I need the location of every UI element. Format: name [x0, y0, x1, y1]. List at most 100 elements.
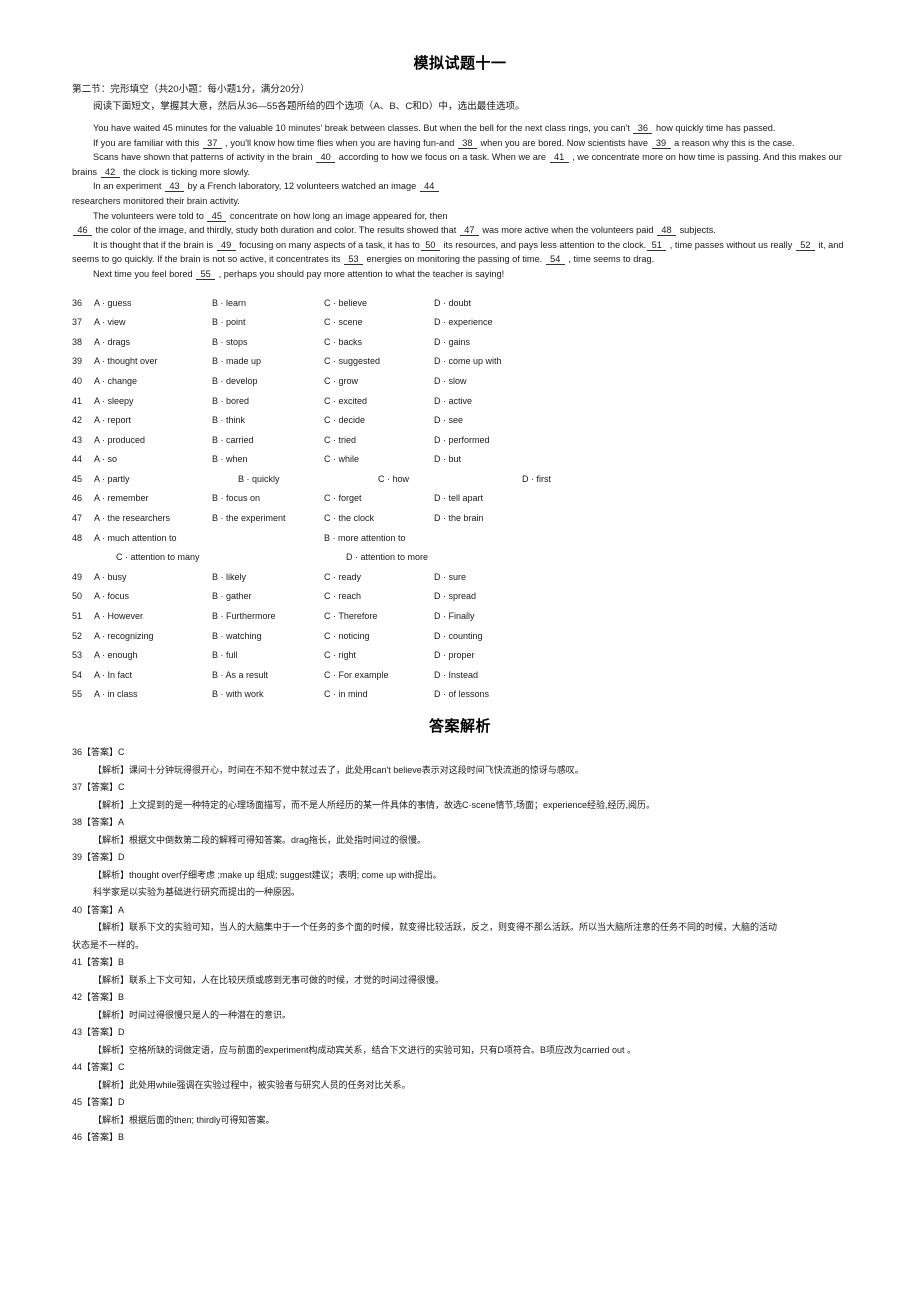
option-choice-a[interactable]: A · sleepy	[94, 392, 212, 412]
cloze-passage: You have waited 45 minutes for the valua…	[72, 115, 848, 282]
passage-paragraph-7: Next time you feel bored 55 , perhaps yo…	[93, 268, 505, 280]
option-choice-b[interactable]: B · stops	[212, 333, 324, 353]
option-choice-b[interactable]: B · more attention to	[324, 529, 406, 549]
option-choice-b[interactable]: B · think	[212, 411, 324, 431]
option-choice-b[interactable]: B · bored	[212, 392, 324, 412]
option-choice-a[interactable]: A · much attention to	[94, 529, 324, 549]
option-choice-a[interactable]: A · busy	[94, 568, 212, 588]
option-choice-d[interactable]: D · tell apart	[434, 489, 483, 509]
option-choice-d[interactable]: D · the brain	[434, 509, 484, 529]
option-choice-c[interactable]: C · decide	[324, 411, 434, 431]
option-choice-b[interactable]: B · As a result	[212, 666, 324, 686]
option-choice-a[interactable]: A · so	[94, 450, 212, 470]
option-choice-b[interactable]: B · focus on	[212, 489, 324, 509]
option-choice-a[interactable]: A · in class	[94, 685, 212, 705]
option-choice-d[interactable]: D · Finally	[434, 607, 475, 627]
option-choice-a[interactable]: A · report	[94, 411, 212, 431]
option-choice-a[interactable]: A · partly	[94, 470, 238, 490]
option-choice-d[interactable]: D · come up with	[434, 352, 502, 372]
option-choice-b[interactable]: B · carried	[212, 431, 324, 451]
option-choice-d[interactable]: D · experience	[434, 313, 493, 333]
option-choice-a[interactable]: A · guess	[94, 294, 212, 314]
option-choice-d[interactable]: D · attention to more	[346, 548, 428, 568]
option-choice-c[interactable]: C · attention to many	[94, 548, 346, 568]
option-row: 52 A · recognizing B · watching C · noticin…	[72, 627, 848, 647]
option-choice-b[interactable]: B · the experiment	[212, 509, 324, 529]
option-choice-b[interactable]: B · point	[212, 313, 324, 333]
option-choice-d[interactable]: D · active	[434, 392, 472, 412]
option-choice-c[interactable]: C · suggested	[324, 352, 434, 372]
option-choice-c[interactable]: C · scene	[324, 313, 434, 333]
option-choice-c[interactable]: C · forget	[324, 489, 434, 509]
option-choice-c[interactable]: C · For example	[324, 666, 434, 686]
option-choice-b[interactable]: B · gather	[212, 587, 324, 607]
blank-53: 53	[344, 254, 363, 266]
option-row: 45 A · partly B · quickly C · how D · first	[72, 470, 848, 490]
option-choice-c[interactable]: C · excited	[324, 392, 434, 412]
option-choice-c[interactable]: C · grow	[324, 372, 434, 392]
option-choice-c[interactable]: C · noticing	[324, 627, 434, 647]
option-choice-a[interactable]: A · focus	[94, 587, 212, 607]
option-row: 49 A · busy B · likely C · ready D · sure	[72, 568, 848, 588]
option-choice-a[interactable]: A · drags	[94, 333, 212, 353]
option-row: 55 A · in class B · with work C · in mind D …	[72, 685, 848, 705]
option-choice-d[interactable]: D · Instead	[434, 666, 478, 686]
option-choice-c[interactable]: C · backs	[324, 333, 434, 353]
option-choice-a[interactable]: A · produced	[94, 431, 212, 451]
option-choice-a[interactable]: A · thought over	[94, 352, 212, 372]
option-choice-d[interactable]: D · proper	[434, 646, 475, 666]
blank-55: 55	[196, 269, 216, 280]
blank-38: 38	[457, 138, 477, 149]
option-choice-d[interactable]: D · first	[522, 470, 551, 490]
option-choice-d[interactable]: D · but	[434, 450, 461, 470]
option-choice-d[interactable]: D · doubt	[434, 294, 471, 314]
option-choice-c[interactable]: C · ready	[324, 568, 434, 588]
answer-explanation: 【解析】联系上下文可知，人在比较厌烦或感到无事可做的时候，才觉的时间过得很慢。	[93, 974, 445, 985]
option-choice-a[interactable]: A · view	[94, 313, 212, 333]
option-choice-b[interactable]: B · when	[212, 450, 324, 470]
answer-explanation-cont: 状态是不一样的。	[72, 939, 145, 950]
option-choice-c[interactable]: C · believe	[324, 294, 434, 314]
option-choice-a[interactable]: A · remember	[94, 489, 212, 509]
option-choice-a[interactable]: A · change	[94, 372, 212, 392]
question-number: 38	[72, 336, 83, 347]
option-choice-a[interactable]: A · the researchers	[94, 509, 212, 529]
passage-paragraph-1: You have waited 45 minutes for the valua…	[93, 123, 776, 134]
answer-explanation: 【解析】此处用while强调在实验过程中，被实验者与研究人员的任务对比关系。	[93, 1079, 411, 1090]
option-choice-b[interactable]: B · develop	[212, 372, 324, 392]
option-choice-b[interactable]: B · full	[212, 646, 324, 666]
option-row: C · attention to many D · attention to m…	[72, 548, 848, 568]
option-row: 36 A · guess B · learn C · believe D · doubt	[72, 294, 848, 314]
option-choice-a[interactable]: A · However	[94, 607, 212, 627]
option-choice-c[interactable]: C · tried	[324, 431, 434, 451]
option-choice-d[interactable]: D · see	[434, 411, 463, 431]
option-choice-a[interactable]: A · In fact	[94, 666, 212, 686]
option-choice-c[interactable]: C · Therefore	[324, 607, 434, 627]
options-list-tail: 49 A · busy B · likely C · ready D · sure 50 A…	[72, 568, 848, 705]
option-choice-d[interactable]: D · counting	[434, 627, 483, 647]
option-choice-d[interactable]: D · of lessons	[434, 685, 489, 705]
option-choice-c[interactable]: C · in mind	[324, 685, 434, 705]
option-choice-b[interactable]: B · likely	[212, 568, 324, 588]
option-choice-d[interactable]: D · performed	[434, 431, 490, 451]
option-choice-d[interactable]: D · spread	[434, 587, 476, 607]
option-choice-d[interactable]: D · sure	[434, 568, 466, 588]
option-choice-c[interactable]: C · the clock	[324, 509, 434, 529]
blank-47: 47	[459, 225, 479, 237]
option-choice-b[interactable]: B · made up	[212, 352, 324, 372]
option-choice-d[interactable]: D · gains	[434, 333, 470, 353]
option-choice-c[interactable]: C · reach	[324, 587, 434, 607]
option-choice-c[interactable]: C · how	[378, 470, 522, 490]
option-choice-b[interactable]: B · Furthermore	[212, 607, 324, 627]
option-choice-b[interactable]: B · with work	[212, 685, 324, 705]
answer-section-title: 答案解析	[428, 718, 491, 735]
option-choice-c[interactable]: C · while	[324, 450, 434, 470]
option-choice-b[interactable]: B · watching	[212, 627, 324, 647]
option-choice-a[interactable]: A · enough	[94, 646, 212, 666]
option-choice-d[interactable]: D · slow	[434, 372, 467, 392]
option-choice-c[interactable]: C · right	[324, 646, 434, 666]
option-choice-a[interactable]: A · recognizing	[94, 627, 212, 647]
option-choice-b[interactable]: B · learn	[212, 294, 324, 314]
option-choice-b[interactable]: B · quickly	[238, 470, 378, 490]
passage-paragraph-5: The volunteers were told to 45 concentra…	[93, 210, 448, 222]
